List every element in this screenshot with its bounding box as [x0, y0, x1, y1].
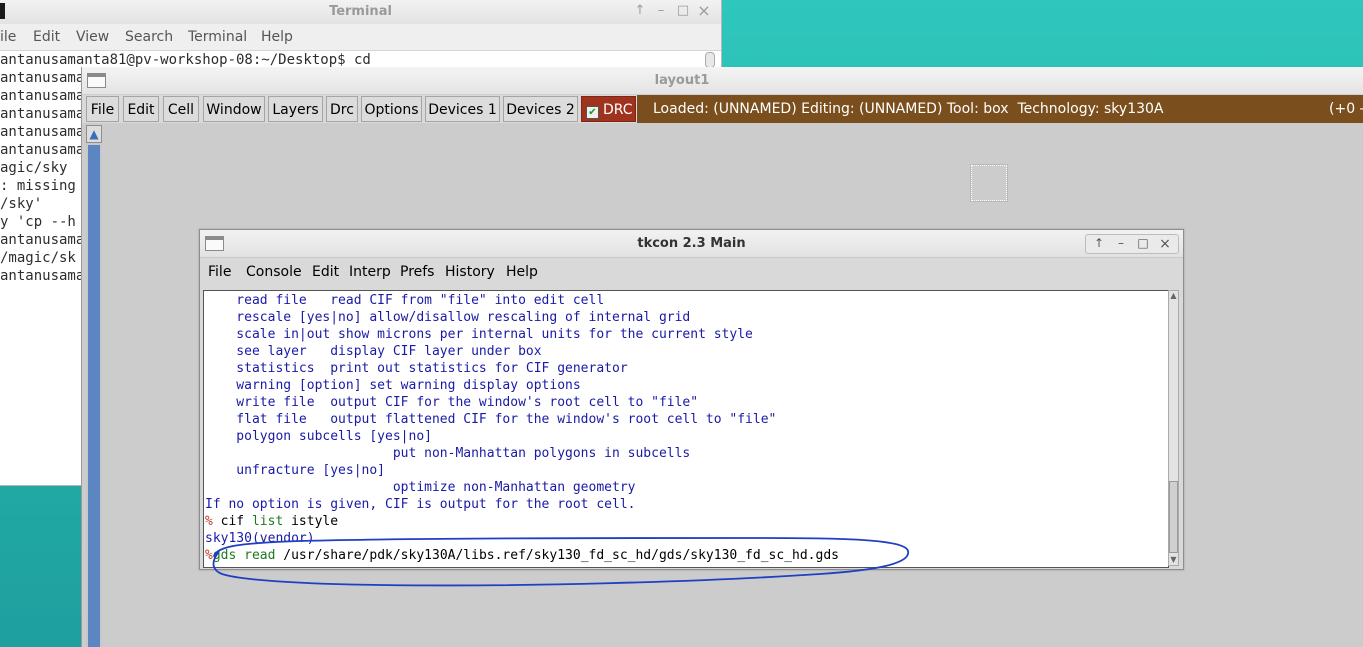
console-subcommand: read: [244, 548, 276, 563]
layout-scroll-trough[interactable]: [88, 145, 100, 647]
layout-menu-layers[interactable]: Layers: [268, 96, 323, 122]
console-command-line: % cif list istyle: [205, 513, 338, 530]
console-command: gds: [212, 548, 237, 563]
terminal-line: /sky': [0, 196, 43, 212]
console-line: put non-Manhattan polygons in subcells: [205, 446, 691, 461]
cursor-coordinates: (+0 -0: [1329, 101, 1363, 117]
console-line: unfracture [yes|no]: [205, 463, 386, 478]
scroll-up-arrow-icon[interactable]: ▲: [1169, 291, 1178, 301]
console-line: scale in|out show microns per internal u…: [205, 327, 753, 342]
layout-titlebar[interactable]: layout1: [82, 67, 1363, 95]
layout-title: layout1: [654, 73, 710, 88]
terminal-menu-edit[interactable]: Edit: [33, 29, 60, 45]
terminal-line: antanusama: [0, 142, 85, 158]
tkcon-menu-edit[interactable]: Edit: [312, 264, 339, 280]
console-input-line[interactable]: %gds read /usr/share/pdk/sky130A/libs.re…: [205, 547, 839, 564]
terminal-close-icon[interactable]: ×: [697, 3, 711, 19]
tkcon-menu-help[interactable]: Help: [506, 264, 538, 280]
status-text: Loaded: (UNNAMED) Editing: (UNNAMED) Too…: [653, 101, 1164, 117]
terminal-keep-above-icon[interactable]: ↑: [633, 4, 647, 18]
tkcon-scroll-thumb[interactable]: [1169, 481, 1178, 553]
scroll-down-arrow-icon[interactable]: ▼: [1169, 555, 1178, 565]
layout-menu-edit[interactable]: Edit: [123, 96, 159, 122]
drc-checkbox-icon[interactable]: ✔: [586, 106, 599, 119]
status-bar: Loaded: (UNNAMED) Editing: (UNNAMED) Too…: [637, 95, 1363, 123]
tkcon-menu-file[interactable]: File: [208, 264, 231, 280]
layout-menu-devices-1[interactable]: Devices 1: [425, 96, 500, 122]
terminal-line: agic/sky: [0, 160, 68, 176]
drc-toggle-label: DRC: [603, 102, 633, 118]
terminal-line: antanusama: [0, 88, 85, 104]
tkcon-keep-above-icon[interactable]: ↑: [1090, 236, 1108, 250]
layout-menu-file[interactable]: File: [86, 96, 119, 122]
terminal-line: antanusama: [0, 268, 85, 284]
terminal-titlebar[interactable]: Terminal ↑ – □ ×: [0, 0, 721, 25]
console-line: flat file output flattened CIF for the w…: [205, 412, 777, 427]
tkcon-menu-history[interactable]: History: [445, 264, 495, 280]
layout-menu-options[interactable]: Options: [361, 96, 422, 122]
console-line: see layer display CIF layer under box: [205, 344, 542, 359]
terminal-menubar: ile Edit View Search Terminal Help: [0, 24, 721, 51]
terminal-menu-terminal[interactable]: Terminal: [188, 29, 247, 45]
console-line: warning [option] set warning display opt…: [205, 378, 581, 393]
arrow-up-icon[interactable]: ▲: [86, 125, 102, 143]
terminal-title: Terminal: [329, 4, 392, 19]
console-command: cif: [220, 514, 245, 529]
tkcon-window[interactable]: tkcon 2.3 Main ↑ – □ × File Console Edit…: [199, 229, 1184, 570]
tkcon-minimize-icon[interactable]: –: [1112, 236, 1130, 250]
terminal-minimize-icon[interactable]: –: [654, 4, 668, 18]
console-argument: /usr/share/pdk/sky130A/libs.ref/sky130_f…: [283, 548, 839, 563]
console-line: rescale [yes|no] allow/disallow rescalin…: [205, 310, 691, 325]
console-prompt: %: [205, 548, 213, 563]
console-line: If no option is given, CIF is output for…: [205, 497, 636, 512]
box-tool-cursor[interactable]: [971, 165, 1007, 201]
terminal-line: antanusama: [0, 232, 85, 248]
layout-menubar: File Edit Cell Window Layers Drc Options…: [82, 95, 1363, 123]
terminal-maximize-icon[interactable]: □: [676, 4, 690, 18]
console-line: statistics print out statistics for CIF …: [205, 361, 628, 376]
console-line: write file output CIF for the window's r…: [205, 395, 699, 410]
layout-menu-drc[interactable]: Drc: [326, 96, 358, 122]
tkcon-title: tkcon 2.3 Main: [637, 236, 746, 251]
terminal-scrollbar[interactable]: [705, 52, 715, 68]
tkcon-close-icon[interactable]: ×: [1156, 236, 1174, 252]
terminal-line: antanusama: [0, 124, 85, 140]
terminal-line: antanusama: [0, 70, 85, 86]
terminal-line: y 'cp --h: [0, 214, 76, 230]
console-argument: istyle: [291, 514, 339, 529]
console-line: polygon subcells [yes|no]: [205, 429, 432, 444]
console-output-line: sky130(vendor): [205, 531, 315, 546]
tkcon-menubar: File Console Edit Interp Prefs History H…: [200, 258, 1183, 286]
drc-toggle-button[interactable]: ✔ DRC: [581, 96, 636, 122]
terminal-line: : missing: [0, 178, 76, 194]
tkcon-window-controls: ↑ – □ ×: [1085, 234, 1179, 254]
console-subcommand: list: [251, 514, 284, 529]
terminal-menu-search[interactable]: Search: [125, 29, 173, 45]
tkcon-vertical-scrollbar[interactable]: ▲ ▼: [1168, 290, 1179, 566]
layout-vertical-scrollbar[interactable]: ▲: [86, 125, 102, 647]
tkcon-console[interactable]: read file read CIF from "file" into edit…: [203, 290, 1169, 568]
terminal-line: /magic/sk: [0, 250, 76, 266]
tkcon-maximize-icon[interactable]: □: [1134, 236, 1152, 250]
layout-menu-devices-2[interactable]: Devices 2: [503, 96, 578, 122]
tkcon-menu-interp[interactable]: Interp: [349, 264, 391, 280]
layout-menu-cell[interactable]: Cell: [163, 96, 199, 122]
console-prompt: %: [205, 514, 213, 529]
layout-menu-window[interactable]: Window: [203, 96, 265, 122]
console-line: optimize non-Manhattan geometry: [205, 480, 636, 495]
tkcon-menu-console[interactable]: Console: [246, 264, 302, 280]
console-line: read file read CIF from "file" into edit…: [205, 293, 605, 308]
terminal-menu-file[interactable]: ile: [0, 29, 16, 45]
tkcon-titlebar[interactable]: tkcon 2.3 Main ↑ – □ ×: [200, 230, 1183, 258]
terminal-menu-view[interactable]: View: [76, 29, 109, 45]
terminal-line: antanusama: [0, 106, 85, 122]
terminal-menu-help[interactable]: Help: [261, 29, 293, 45]
tkcon-menu-prefs[interactable]: Prefs: [400, 264, 434, 280]
